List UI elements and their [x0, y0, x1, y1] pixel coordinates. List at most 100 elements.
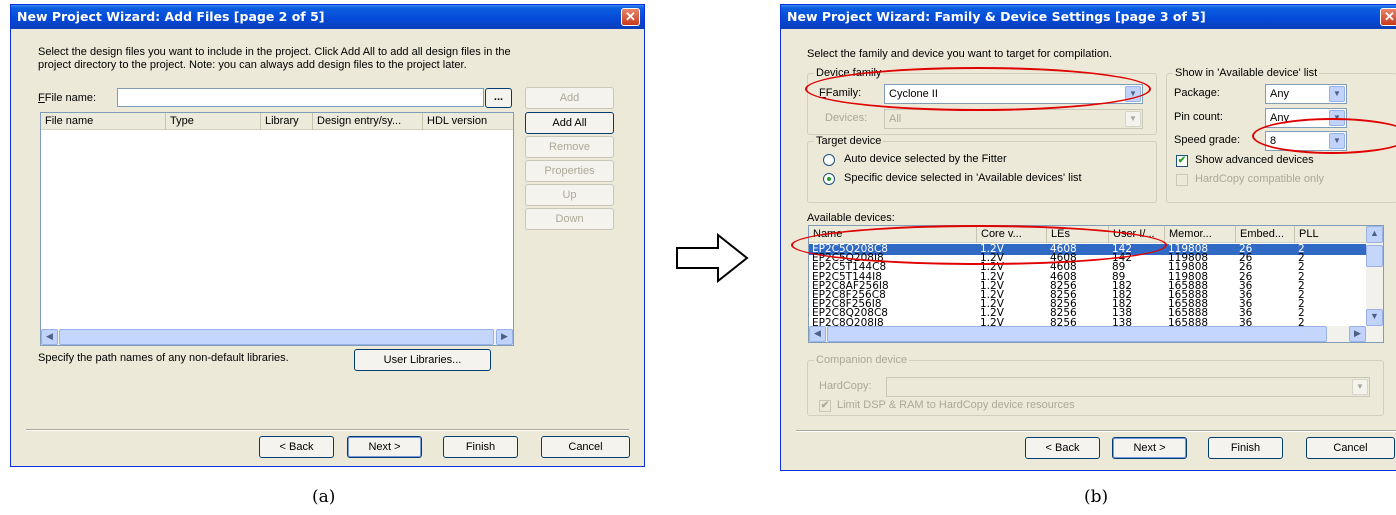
back-button[interactable]: < Back [1025, 437, 1100, 459]
col-core-voltage[interactable]: Core v... [977, 226, 1047, 243]
user-libraries-button[interactable]: User Libraries... [354, 349, 491, 371]
files-list-header: File name Type Library Design entry/sy..… [41, 113, 513, 130]
devices-label: Devices: [825, 112, 868, 124]
device-cell: 1.2V [980, 316, 1004, 326]
libraries-text: Specify the path names of any non-defaul… [38, 352, 289, 364]
devices-select[interactable]: All ▼ [884, 109, 1143, 129]
instruction-line-1: Select the design files you want to incl… [38, 46, 511, 58]
hardcopy-label: HardCopy: [819, 380, 872, 392]
target-device-label: Target device [814, 135, 884, 147]
vscroll-thumb[interactable] [1366, 245, 1383, 267]
speed-grade-select[interactable]: 8 ▼ [1265, 131, 1347, 151]
package-select[interactable]: Any ▼ [1265, 84, 1347, 104]
available-devices-list[interactable]: Name Core v... LEs User I/... Memor... E… [808, 225, 1384, 343]
next-button[interactable]: Next > [347, 436, 422, 458]
browse-button[interactable]: ... [485, 88, 512, 108]
down-button[interactable]: Down [525, 208, 614, 230]
col-file-name[interactable]: File name [41, 113, 166, 130]
footer-divider [26, 429, 629, 431]
add-button[interactable]: Add [525, 87, 614, 109]
hscroll-thumb[interactable] [827, 326, 1327, 342]
scroll-right-icon[interactable]: ▶ [496, 329, 513, 345]
package-label: Package: [1174, 87, 1220, 99]
family-select[interactable]: Cyclone II ▼ [884, 84, 1143, 104]
scroll-down-icon[interactable]: ▼ [1366, 309, 1383, 326]
scroll-left-icon[interactable]: ◀ [41, 329, 58, 345]
limit-dsp-checkbox[interactable]: ✔ [819, 400, 831, 412]
chevron-down-icon[interactable]: ▼ [1352, 379, 1368, 395]
files-list[interactable]: File name Type Library Design entry/sy..… [40, 112, 514, 346]
add-all-button[interactable]: Add All [525, 112, 614, 134]
hardcopy-compatible-checkbox[interactable] [1176, 174, 1188, 186]
show-advanced-label[interactable]: Show advanced devices [1195, 154, 1314, 166]
properties-button[interactable]: Properties [525, 160, 614, 182]
limit-dsp-label[interactable]: Limit DSP & RAM to HardCopy device resou… [837, 399, 1075, 411]
chevron-down-icon[interactable]: ▼ [1329, 86, 1345, 102]
remove-button[interactable]: Remove [525, 136, 614, 158]
pin-count-select[interactable]: Any ▼ [1265, 108, 1347, 128]
devices-vscrollbar[interactable]: ▲ ▼ [1366, 226, 1383, 326]
device-cell: 8256 [1050, 316, 1077, 326]
col-pll[interactable]: PLL [1295, 226, 1367, 243]
show-advanced-checkbox[interactable]: ✔ [1176, 155, 1188, 167]
col-user-io[interactable]: User I/... [1109, 226, 1165, 243]
chevron-down-icon[interactable]: ▼ [1125, 111, 1141, 127]
chevron-down-icon[interactable]: ▼ [1125, 86, 1141, 102]
device-cell: 165888 [1168, 316, 1209, 326]
specific-device-radio[interactable] [823, 173, 835, 185]
cancel-button[interactable]: Cancel [1306, 437, 1395, 459]
back-button[interactable]: < Back [259, 436, 334, 458]
cancel-button[interactable]: Cancel [541, 436, 630, 458]
col-les[interactable]: LEs [1047, 226, 1109, 243]
show-in-label: Show in 'Available device' list [1173, 67, 1320, 79]
up-button[interactable]: Up [525, 184, 614, 206]
device-cell: EP2C8Q208I8 [812, 316, 884, 326]
instruction-text: Select the family and device you want to… [807, 48, 1113, 60]
hardcopy-select[interactable]: ▼ [886, 377, 1370, 397]
add-files-dialog: New Project Wizard: Add Files [page 2 of… [10, 4, 645, 467]
col-name[interactable]: Name [809, 226, 977, 243]
close-icon[interactable]: ✕ [621, 8, 640, 26]
footer-divider [796, 430, 1396, 432]
devices-value: All [889, 113, 902, 125]
device-row[interactable]: EP2C8Q208I8 1.2V 8256 138 165888 36 2 [809, 316, 1368, 326]
finish-button[interactable]: Finish [443, 436, 518, 458]
family-value: Cyclone II [889, 88, 938, 100]
scroll-up-icon[interactable]: ▲ [1366, 226, 1383, 243]
close-icon[interactable]: ✕ [1380, 8, 1396, 26]
devices-list-header: Name Core v... LEs User I/... Memor... E… [809, 226, 1383, 243]
family-label: FFamily: [819, 87, 862, 99]
finish-button[interactable]: Finish [1208, 437, 1283, 459]
hardcopy-compatible-label[interactable]: HardCopy compatible only [1195, 173, 1324, 185]
chevron-down-icon[interactable]: ▼ [1329, 110, 1345, 126]
col-design-entry[interactable]: Design entry/sy... [313, 113, 423, 130]
scroll-right-icon[interactable]: ▶ [1349, 326, 1366, 342]
file-name-label-text: File name: [44, 92, 97, 104]
auto-device-label[interactable]: Auto device selected by the Fitter [844, 153, 1007, 165]
companion-device-label: Companion device [814, 354, 910, 366]
col-library[interactable]: Library [261, 113, 313, 130]
scroll-left-icon[interactable]: ◀ [809, 326, 826, 342]
package-value: Any [1270, 88, 1289, 100]
devices-hscrollbar[interactable]: ◀ ▶ [809, 326, 1383, 342]
files-hscrollbar[interactable]: ◀ ▶ [41, 329, 513, 345]
chevron-down-icon[interactable]: ▼ [1329, 133, 1345, 149]
device-cell: 36 [1239, 316, 1253, 326]
caption-a: (a) [312, 487, 336, 507]
next-button[interactable]: Next > [1112, 437, 1187, 459]
col-type[interactable]: Type [166, 113, 261, 130]
speed-grade-value: 8 [1270, 135, 1277, 147]
col-hdl-version[interactable]: HDL version [423, 113, 513, 130]
family-device-dialog: New Project Wizard: Family & Device Sett… [780, 4, 1396, 471]
auto-device-radio[interactable] [823, 154, 835, 166]
instruction-line-2: project directory to the project. Note: … [38, 59, 467, 71]
device-rows: EP2C5Q208C8 1.2V 4608 142 119808 26 2 EP2C5Q208… [809, 244, 1368, 326]
right-arrow-icon [676, 233, 749, 283]
file-name-input[interactable] [117, 88, 484, 107]
caption-b: (b) [1084, 487, 1109, 507]
scroll-thumb[interactable] [59, 329, 494, 345]
col-embedded[interactable]: Embed... [1236, 226, 1295, 243]
pin-count-label: Pin count: [1174, 111, 1223, 123]
col-memory[interactable]: Memor... [1165, 226, 1236, 243]
specific-device-label[interactable]: Specific device selected in 'Available d… [844, 172, 1082, 184]
